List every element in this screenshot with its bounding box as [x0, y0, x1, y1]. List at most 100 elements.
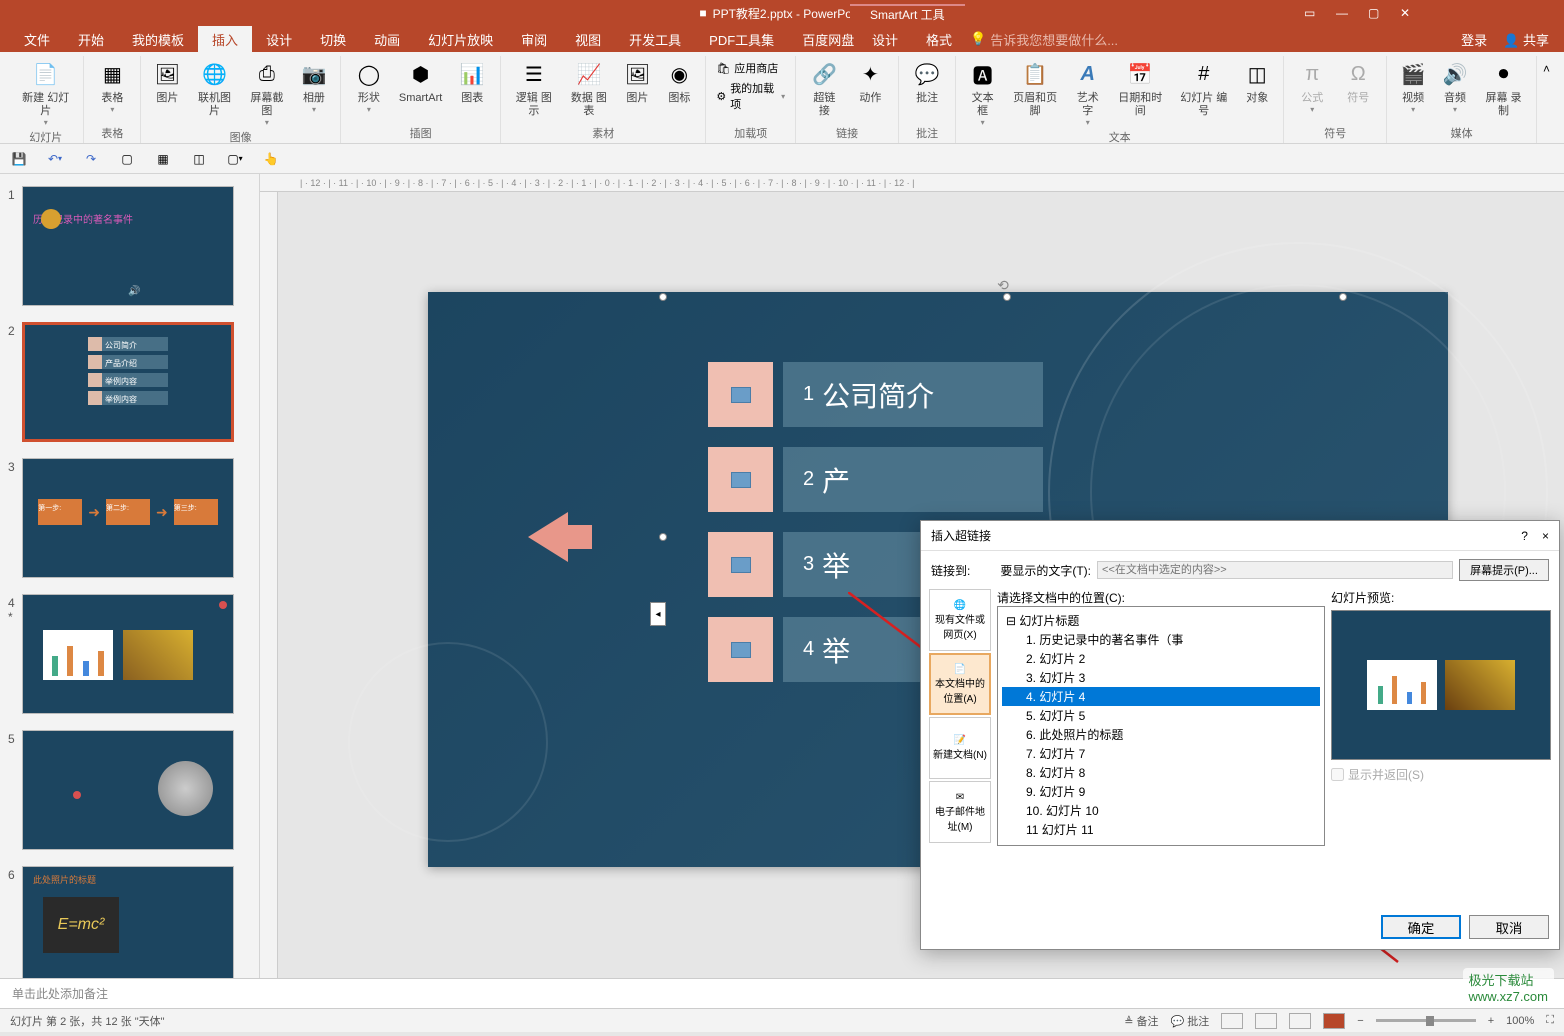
- tree-item-2[interactable]: 2. 幻灯片 2: [1002, 649, 1320, 668]
- tab-review[interactable]: 审阅: [507, 26, 561, 52]
- tab-developer[interactable]: 开发工具: [615, 26, 695, 52]
- slide-thumbnail-6[interactable]: 此处照片的标题 E=mc²: [22, 866, 234, 978]
- slide-thumbnail-5[interactable]: [22, 730, 234, 850]
- sorter-view-icon[interactable]: [1255, 1013, 1277, 1029]
- qat-item-6[interactable]: ◫: [190, 150, 208, 168]
- hyperlink-button[interactable]: 🔗超链接: [802, 56, 847, 120]
- share-button[interactable]: 👤 共享: [1503, 30, 1549, 49]
- online-picture-button[interactable]: 🌐联机图片: [189, 56, 239, 120]
- data-chart-button[interactable]: 📈数据 图表: [562, 56, 615, 120]
- notes-pane[interactable]: 单击此处添加备注: [0, 978, 1564, 1008]
- tab-animation[interactable]: 动画: [360, 26, 414, 52]
- collapse-ribbon-icon[interactable]: ˄: [1537, 56, 1556, 143]
- audio-button[interactable]: 🔊音频▾: [1435, 56, 1475, 116]
- tab-view[interactable]: 视图: [561, 26, 615, 52]
- tab-baidu[interactable]: 百度网盘: [788, 26, 868, 52]
- tab-insert[interactable]: 插入: [198, 26, 252, 52]
- tree-item-8[interactable]: 8. 幻灯片 8: [1002, 763, 1320, 782]
- screentip-button[interactable]: 屏幕提示(P)...: [1459, 559, 1549, 581]
- object-button[interactable]: ◫对象: [1237, 56, 1277, 107]
- tab-sa-format[interactable]: 格式: [912, 26, 966, 52]
- zoom-slider[interactable]: [1376, 1019, 1476, 1022]
- link-existing-file[interactable]: 🌐现有文件或网页(X): [929, 589, 991, 651]
- smartart-text-pane-toggle[interactable]: ◂: [650, 602, 666, 626]
- pic-material-button[interactable]: 🖼图片: [617, 56, 657, 107]
- slide-thumbnail-3[interactable]: 第一步:➜ 第二步:➜ 第三步:: [22, 458, 234, 578]
- video-button[interactable]: 🎬视频▾: [1393, 56, 1433, 116]
- zoom-in-icon[interactable]: +: [1488, 1015, 1494, 1027]
- tree-item-7[interactable]: 7. 幻灯片 7: [1002, 744, 1320, 763]
- tab-file[interactable]: 文件: [10, 26, 64, 52]
- wordart-button[interactable]: A艺术字▾: [1067, 56, 1108, 129]
- smartart-item-1[interactable]: 1公司简介: [708, 362, 1043, 427]
- header-footer-button[interactable]: 📋页眉和页脚: [1005, 56, 1065, 120]
- symbol-button[interactable]: Ω符号: [1336, 56, 1380, 107]
- shapes-button[interactable]: ◯形状▾: [347, 56, 391, 116]
- tab-slideshow[interactable]: 幻灯片放映: [414, 26, 507, 52]
- tree-item-6[interactable]: 6. 此处照片的标题: [1002, 725, 1320, 744]
- icon-material-button[interactable]: ◉图标: [659, 56, 699, 107]
- fit-window-icon[interactable]: ⛶: [1546, 1014, 1554, 1027]
- tab-sa-design[interactable]: 设计: [858, 26, 912, 52]
- zoom-level[interactable]: 100%: [1506, 1015, 1534, 1027]
- equation-button[interactable]: π公式▾: [1290, 56, 1334, 116]
- cancel-button[interactable]: 取消: [1469, 915, 1549, 939]
- dialog-help-icon[interactable]: ?: [1521, 529, 1528, 543]
- tab-home[interactable]: 开始: [64, 26, 118, 52]
- slide-thumbnail-2[interactable]: 公司简介 产品介绍 举例内容 举例内容: [22, 322, 234, 442]
- tree-item-10[interactable]: 10. 幻灯片 10: [1002, 801, 1320, 820]
- logic-chart-button[interactable]: ☰逻辑 图示: [507, 56, 560, 120]
- my-addins-button[interactable]: ⚙我的加载项 ▾: [716, 80, 785, 112]
- tree-item-4[interactable]: 4. 幻灯片 4: [1002, 687, 1320, 706]
- zoom-out-icon[interactable]: −: [1357, 1015, 1363, 1027]
- tab-design[interactable]: 设计: [252, 26, 306, 52]
- smartart-button[interactable]: ⬢SmartArt: [393, 56, 448, 107]
- close-icon[interactable]: ✕: [1400, 6, 1414, 20]
- minimize-icon[interactable]: —: [1336, 6, 1350, 20]
- tree-item-1[interactable]: 1. 历史记录中的著名事件（事: [1002, 630, 1320, 649]
- store-button[interactable]: 🛍应用商店: [716, 60, 785, 76]
- tree-item-11[interactable]: 11 幻灯片 11: [1002, 820, 1320, 839]
- datetime-button[interactable]: 📅日期和时间: [1110, 56, 1170, 120]
- login-link[interactable]: 登录: [1461, 30, 1487, 49]
- slide-thumbnail-1[interactable]: 历史记录中的著名事件 🔊: [22, 186, 234, 306]
- tree-item-9[interactable]: 9. 幻灯片 9: [1002, 782, 1320, 801]
- screenshot-button[interactable]: ⎙屏幕截图▾: [242, 56, 292, 129]
- ok-button[interactable]: 确定: [1381, 915, 1461, 939]
- picture-placeholder-icon[interactable]: [708, 447, 773, 512]
- tab-pdf[interactable]: PDF工具集: [695, 26, 788, 52]
- picture-placeholder-icon[interactable]: [708, 532, 773, 597]
- link-email[interactable]: ✉电子邮件地址(M): [929, 781, 991, 843]
- tab-templates[interactable]: 我的模板: [118, 26, 198, 52]
- comment-button[interactable]: 💬批注: [905, 56, 949, 107]
- undo-button[interactable]: ↶ ▾: [46, 150, 64, 168]
- screen-recording-button[interactable]: ⏺屏幕 录制: [1477, 56, 1530, 120]
- document-position-tree[interactable]: ⊟ 幻灯片标题 1. 历史记录中的著名事件（事 2. 幻灯片 2 3. 幻灯片 …: [997, 606, 1325, 846]
- slide-number-button[interactable]: #幻灯片 编号: [1172, 56, 1235, 120]
- normal-view-icon[interactable]: [1221, 1013, 1243, 1029]
- table-button[interactable]: ▦表格▾: [90, 56, 134, 116]
- smartart-item-2[interactable]: 2产: [708, 447, 1043, 512]
- action-button[interactable]: ✦动作: [849, 56, 893, 107]
- tell-me[interactable]: 💡 告诉我您想要做什么...: [970, 30, 1118, 49]
- chart-button[interactable]: 📊图表: [450, 56, 494, 107]
- qat-item-5[interactable]: ▦: [154, 150, 172, 168]
- notes-toggle[interactable]: ≜ 备注: [1124, 1013, 1158, 1029]
- textbox-button[interactable]: 🅰文本框▾: [962, 56, 1003, 129]
- link-place-in-document[interactable]: 📄本文档中的位置(A): [929, 653, 991, 715]
- new-slide-button[interactable]: 📄新建 幻灯片▾: [14, 56, 77, 129]
- save-button[interactable]: 💾: [10, 150, 28, 168]
- touch-mode-icon[interactable]: 👆: [262, 150, 280, 168]
- picture-button[interactable]: 🖼图片: [147, 56, 187, 107]
- slide-thumbnail-4[interactable]: [22, 594, 234, 714]
- qat-item-7[interactable]: ▢ ▾: [226, 150, 244, 168]
- reading-view-icon[interactable]: [1289, 1013, 1311, 1029]
- back-arrow-shape[interactable]: [528, 512, 568, 562]
- maximize-icon[interactable]: ▢: [1368, 6, 1382, 20]
- album-button[interactable]: 📷相册▾: [294, 56, 334, 116]
- tree-item-5[interactable]: 5. 幻灯片 5: [1002, 706, 1320, 725]
- comments-toggle[interactable]: 💬 批注: [1171, 1013, 1210, 1029]
- slideshow-view-icon[interactable]: [1323, 1013, 1345, 1029]
- picture-placeholder-icon[interactable]: [708, 362, 773, 427]
- dialog-close-icon[interactable]: ×: [1542, 529, 1549, 543]
